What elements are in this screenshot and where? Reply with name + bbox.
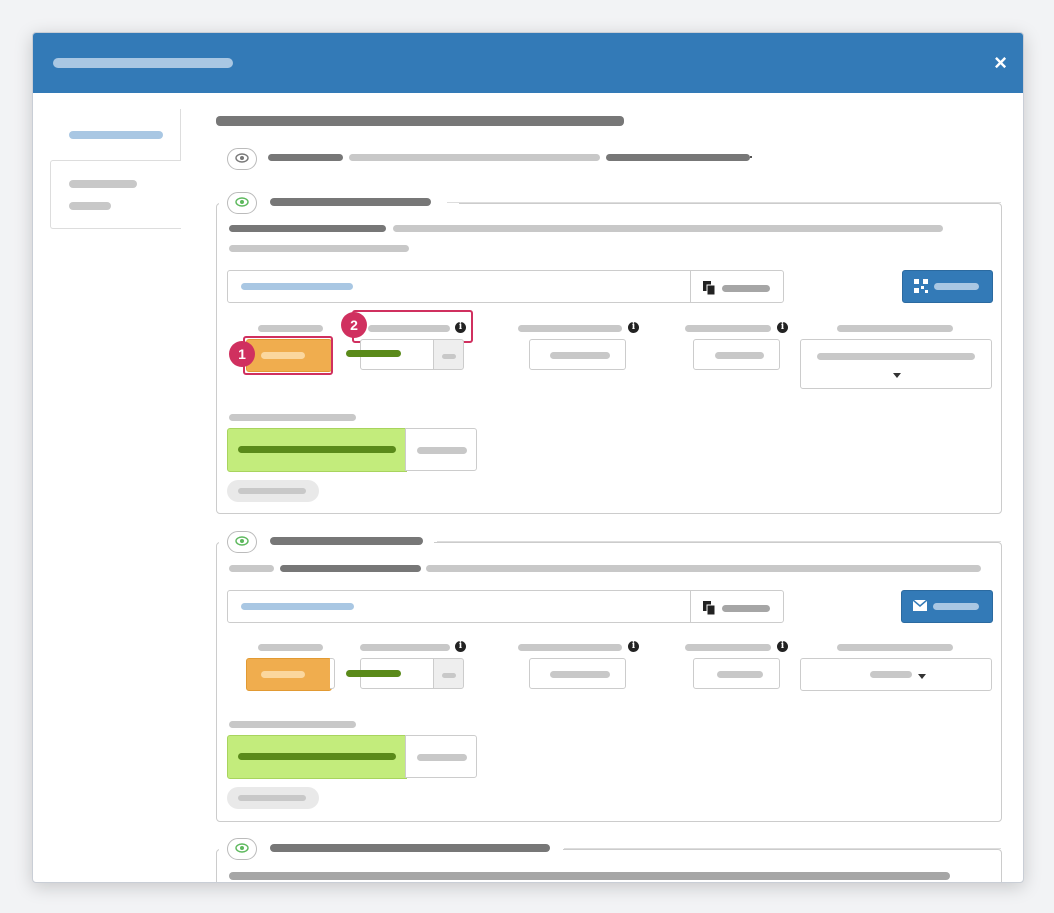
section-description <box>229 565 274 572</box>
info-icon[interactable]: i <box>628 322 639 333</box>
close-icon[interactable]: × <box>994 49 1007 77</box>
copy-button[interactable] <box>690 590 784 623</box>
section-description <box>426 565 981 572</box>
info-icon[interactable]: i <box>777 322 788 333</box>
caret-down-icon <box>918 674 926 679</box>
qrcode-button[interactable] <box>902 270 993 303</box>
eye-toggle[interactable] <box>227 192 257 214</box>
modal-header: × <box>33 33 1023 93</box>
info-icon[interactable]: i <box>455 641 466 652</box>
info-icon[interactable]: i <box>628 641 639 652</box>
sidebar-item-active[interactable] <box>50 109 181 160</box>
url-field[interactable] <box>227 590 692 623</box>
input-hint <box>346 350 401 357</box>
intro-text <box>606 154 750 161</box>
qrcode-icon <box>914 279 928 293</box>
field-label <box>518 325 622 332</box>
eye-toggle[interactable] <box>227 838 257 860</box>
success-field[interactable] <box>227 428 407 472</box>
info-icon[interactable]: i <box>777 641 788 652</box>
caret-down-icon <box>893 373 901 378</box>
sidebar-item-label <box>69 180 137 188</box>
text-input[interactable] <box>693 658 780 689</box>
section-title <box>270 198 431 206</box>
copy-button[interactable] <box>690 270 784 303</box>
envelope-icon <box>913 600 927 611</box>
modal-title <box>53 58 233 68</box>
step-badge: 1 <box>229 341 255 367</box>
select-dropdown[interactable] <box>800 339 992 389</box>
tag-pill <box>227 480 319 502</box>
field-label <box>258 644 323 651</box>
field-label <box>229 414 356 421</box>
input-addon <box>433 339 464 370</box>
sidebar-nav <box>50 109 182 229</box>
addon-button[interactable] <box>405 428 477 471</box>
page-title <box>216 116 624 126</box>
tag-pill <box>227 787 319 809</box>
select-dropdown[interactable] <box>800 658 992 691</box>
text-input[interactable] <box>693 339 780 370</box>
text-input[interactable] <box>529 339 626 370</box>
eye-icon <box>235 843 249 853</box>
text-input[interactable] <box>529 658 626 689</box>
field-label <box>837 644 953 651</box>
email-button[interactable] <box>901 590 993 623</box>
step-badge: 2 <box>341 312 367 338</box>
field-label <box>685 644 771 651</box>
status-button[interactable] <box>246 658 332 691</box>
intro-text <box>268 154 343 161</box>
intro-text <box>349 154 600 161</box>
section-title <box>270 537 423 545</box>
eye-icon <box>235 197 249 207</box>
field-label <box>258 325 323 332</box>
copy-icon <box>703 281 716 295</box>
input-addon <box>433 658 464 689</box>
field-label <box>229 721 356 728</box>
eye-toggle[interactable] <box>227 148 257 170</box>
section-description <box>229 225 386 232</box>
success-field[interactable] <box>227 735 407 779</box>
field-label <box>518 644 622 651</box>
field-label <box>685 325 771 332</box>
field-label <box>837 325 953 332</box>
callout-highlight <box>243 336 333 375</box>
addon-button[interactable] <box>405 735 477 778</box>
section-description <box>393 225 943 232</box>
section-description <box>280 565 421 572</box>
url-field[interactable] <box>227 270 692 303</box>
section-description <box>229 245 409 252</box>
sidebar-item-label <box>69 131 163 139</box>
input-hint <box>346 670 401 677</box>
sidebar-item-inactive[interactable] <box>50 160 181 229</box>
eye-toggle[interactable] <box>227 531 257 553</box>
sidebar-item-label <box>69 202 111 210</box>
copy-icon <box>703 601 716 615</box>
settings-modal: × 1 i 2 i i i i i <box>32 32 1024 883</box>
eye-icon <box>235 153 249 163</box>
intro-period <box>750 156 752 158</box>
section-description <box>229 872 950 880</box>
field-label <box>360 644 450 651</box>
eye-icon <box>235 536 249 546</box>
section-title <box>270 844 550 852</box>
